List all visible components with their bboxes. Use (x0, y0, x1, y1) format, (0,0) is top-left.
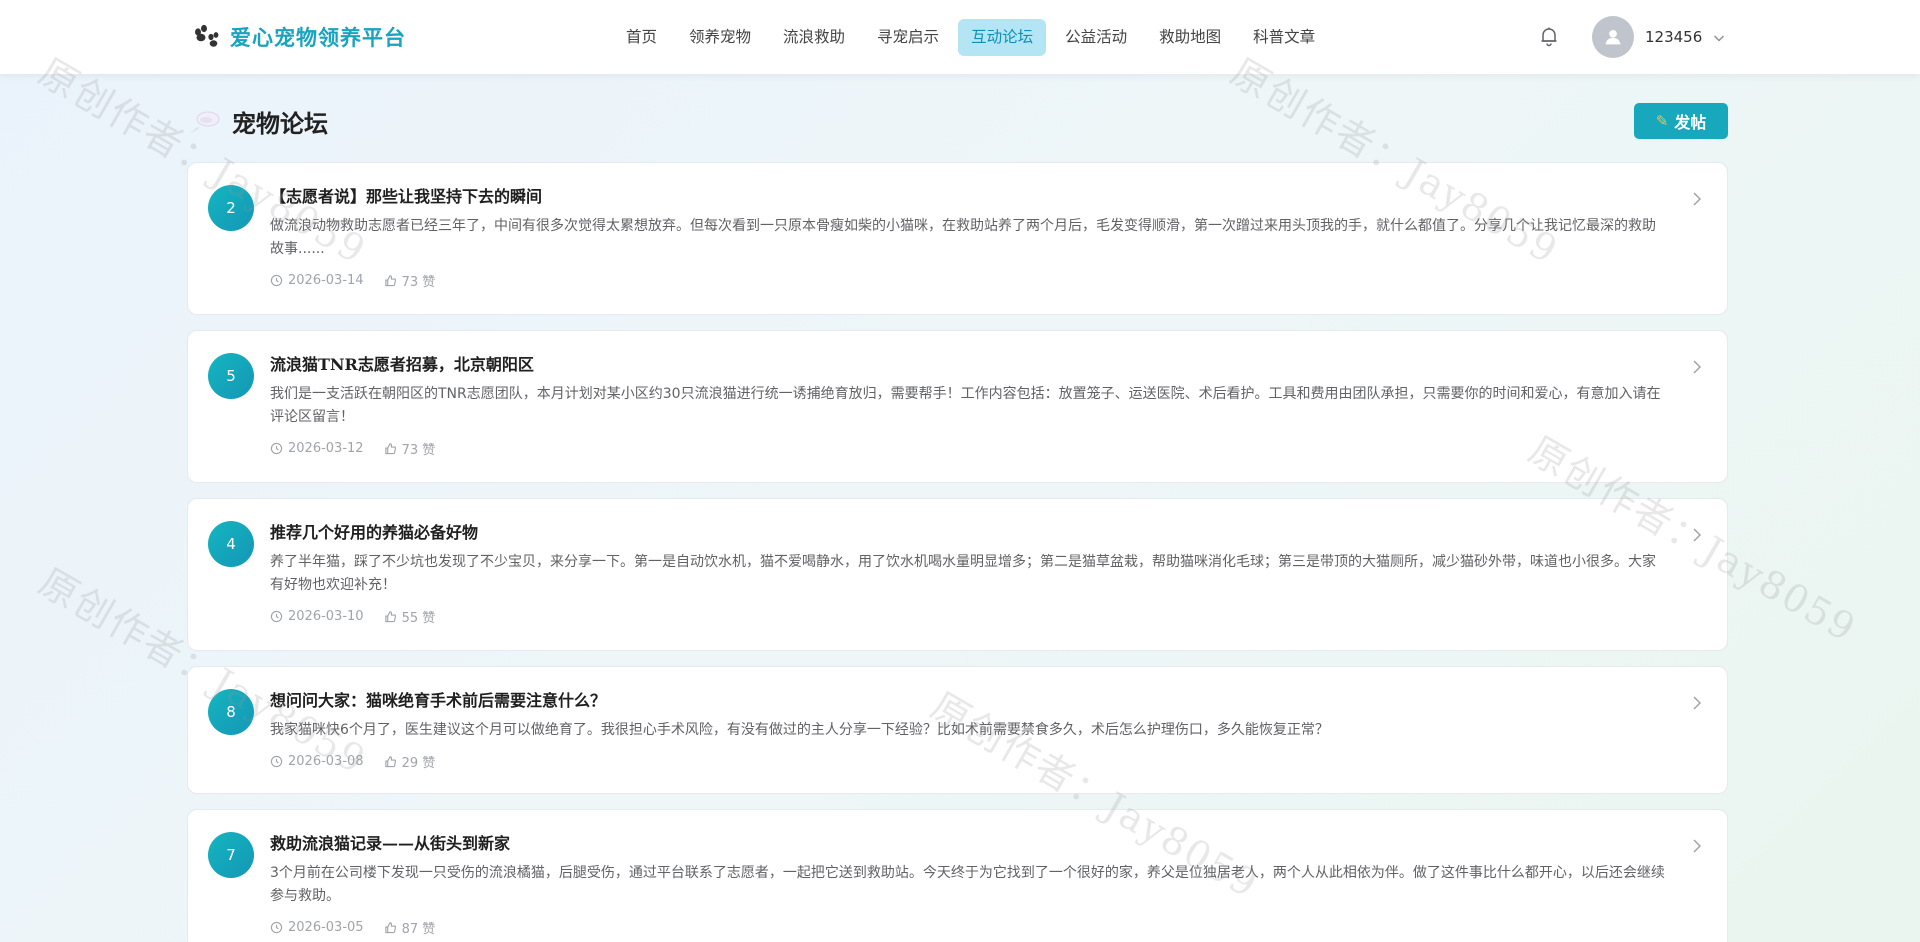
post-title[interactable]: 推荐几个好用的养猫必备好物 (270, 521, 1667, 545)
pencil-icon: ✎ (1655, 112, 1669, 130)
thumb-up-icon (384, 611, 396, 623)
post-meta: 2026-03-08 29 赞 (270, 752, 1667, 771)
post-title[interactable]: 想问问大家：猫咪绝育手术前后需要注意什么？ (270, 689, 1667, 713)
post-date: 2026-03-05 (270, 920, 364, 935)
new-post-button[interactable]: ✎ 发帖 (1634, 103, 1728, 139)
post-number-badge: 2 (208, 185, 254, 231)
thumb-up-icon (384, 756, 396, 768)
bell-icon[interactable] (1538, 25, 1560, 47)
speech-bubble-icon (188, 108, 222, 136)
chevron-right-icon[interactable] (1691, 527, 1703, 543)
post-meta: 2026-03-10 55 赞 (270, 607, 1667, 626)
avatar[interactable] (1592, 16, 1634, 58)
user-menu[interactable]: 123456 (1592, 16, 1726, 58)
clock-icon (270, 755, 283, 768)
chevron-right-icon[interactable] (1691, 695, 1703, 711)
post-likes: 29 赞 (384, 752, 435, 771)
clock-icon (270, 274, 283, 287)
thumb-up-icon (384, 443, 396, 455)
post-number-badge: 8 (208, 689, 254, 735)
paw-icon (190, 22, 220, 52)
post-card[interactable]: 5 流浪猫TNR志愿者招募，北京朝阳区 我们是一支活跃在朝阳区的TNR志愿团队，… (187, 330, 1728, 483)
nav-forum[interactable]: 互动论坛 (958, 19, 1047, 56)
new-post-label: 发帖 (1674, 113, 1707, 132)
post-list: 2 【志愿者说】那些让我坚持下去的瞬间 做流浪动物救助志愿者已经三年了，中间有很… (187, 162, 1728, 942)
nav-charity-events[interactable]: 公益活动 (1052, 19, 1140, 56)
page-title: 宠物论坛 (232, 109, 328, 138)
clock-icon (270, 610, 283, 623)
thumb-up-icon (384, 275, 396, 287)
thumb-up-icon (384, 922, 396, 934)
post-likes: 73 赞 (384, 271, 435, 290)
post-excerpt: 3个月前在公司楼下发现一只受伤的流浪橘猫，后腿受伤，通过平台联系了志愿者，一起把… (270, 865, 1665, 904)
nav-home[interactable]: 首页 (613, 19, 670, 56)
username: 123456 (1645, 28, 1703, 46)
post-number-badge: 7 (208, 832, 254, 878)
chevron-right-icon[interactable] (1691, 359, 1703, 375)
post-number-badge: 5 (208, 353, 254, 399)
post-likes: 55 赞 (384, 607, 435, 626)
post-meta: 2026-03-12 73 赞 (270, 439, 1667, 458)
post-meta: 2026-03-14 73 赞 (270, 271, 1667, 290)
post-date: 2026-03-08 (270, 754, 364, 769)
post-date: 2026-03-12 (270, 441, 364, 456)
clock-icon (270, 921, 283, 934)
post-excerpt: 做流浪动物救助志愿者已经三年了，中间有很多次觉得太累想放弃。但每次看到一只原本骨… (270, 218, 1656, 257)
top-header: 爱心宠物领养平台 首页 领养宠物 流浪救助 寻宠启示 互动论坛 公益活动 救助地… (0, 0, 1920, 74)
post-title[interactable]: 救助流浪猫记录——从街头到新家 (270, 832, 1667, 856)
post-excerpt: 养了半年猫，踩了不少坑也发现了不少宝贝，来分享一下。第一是自动饮水机，猫不爱喝静… (270, 554, 1656, 593)
chevron-right-icon[interactable] (1691, 838, 1703, 854)
post-number-badge: 4 (208, 521, 254, 567)
nav-stray-rescue[interactable]: 流浪救助 (770, 19, 858, 56)
post-title[interactable]: 【志愿者说】那些让我坚持下去的瞬间 (270, 185, 1667, 209)
nav-science-articles[interactable]: 科普文章 (1240, 19, 1328, 56)
site-logo[interactable]: 爱心宠物领养平台 (190, 22, 406, 52)
post-title[interactable]: 流浪猫TNR志愿者招募，北京朝阳区 (270, 353, 1667, 377)
nav-adopt-pets[interactable]: 领养宠物 (676, 19, 764, 56)
logo-text: 爱心宠物领养平台 (230, 25, 406, 50)
nav-lost-pets[interactable]: 寻宠启示 (864, 19, 952, 56)
post-likes: 73 赞 (384, 439, 435, 458)
chevron-down-icon[interactable] (1712, 30, 1726, 44)
post-card[interactable]: 2 【志愿者说】那些让我坚持下去的瞬间 做流浪动物救助志愿者已经三年了，中间有很… (187, 162, 1728, 315)
post-date: 2026-03-14 (270, 273, 364, 288)
post-excerpt: 我们是一支活跃在朝阳区的TNR志愿团队，本月计划对某小区约30只流浪猫进行统一诱… (270, 386, 1661, 425)
post-card[interactable]: 4 推荐几个好用的养猫必备好物 养了半年猫，踩了不少坑也发现了不少宝贝，来分享一… (187, 498, 1728, 651)
post-card[interactable]: 7 救助流浪猫记录——从街头到新家 3个月前在公司楼下发现一只受伤的流浪橘猫，后… (187, 809, 1728, 942)
clock-icon (270, 442, 283, 455)
post-card[interactable]: 8 想问问大家：猫咪绝育手术前后需要注意什么？ 我家猫咪快6个月了，医生建议这个… (187, 666, 1728, 794)
chevron-right-icon[interactable] (1691, 191, 1703, 207)
main-nav: 首页 领养宠物 流浪救助 寻宠启示 互动论坛 公益活动 救助地图 科普文章 (613, 19, 1334, 56)
post-meta: 2026-03-05 87 赞 (270, 918, 1667, 937)
post-date: 2026-03-10 (270, 609, 364, 624)
post-likes: 87 赞 (384, 918, 435, 937)
page-header: 宠物论坛 (188, 104, 328, 139)
nav-rescue-map[interactable]: 救助地图 (1146, 19, 1234, 56)
post-excerpt: 我家猫咪快6个月了，医生建议这个月可以做绝育了。我很担心手术风险，有没有做过的主… (270, 722, 1329, 738)
